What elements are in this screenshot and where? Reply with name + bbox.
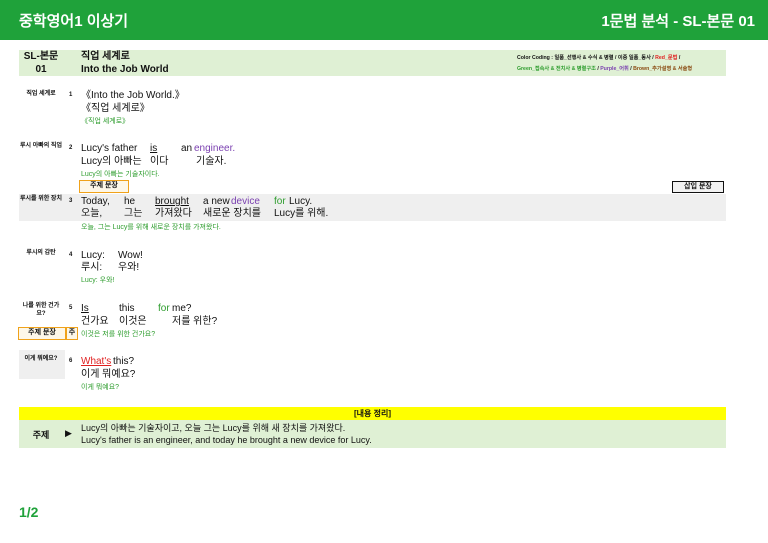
- row5-korean: 이것은: [119, 316, 147, 327]
- lesson-title-en: Into the Job World: [81, 64, 169, 75]
- header-right-title: 1문법 분석 - SL-본문 01: [601, 13, 755, 30]
- header-left-title: 중학영어1 이상기: [19, 13, 129, 30]
- row6-translation: 이게 뭐예요?: [81, 384, 120, 391]
- row6-korean: 이게 뭐예요?: [81, 369, 136, 380]
- row3-word: Lucy.: [289, 196, 313, 207]
- row3-word-vocab: device: [231, 196, 260, 207]
- header-bar: 중학영어1 이상기 1문법 분석 - SL-본문 01: [0, 0, 768, 40]
- row3-korean: 그는: [124, 208, 143, 219]
- row3-word: a new: [203, 196, 230, 207]
- row4-korean: 우와!: [118, 262, 140, 273]
- summary-banner: [내용 정리]: [19, 407, 726, 420]
- row4-word: Wow!: [118, 250, 143, 261]
- row1-label: 직업 세계로: [26, 91, 56, 97]
- row2-korean: 기술자.: [196, 156, 227, 167]
- insert-sentence-tag[interactable]: 삽입 문장: [672, 181, 724, 193]
- color-legend: Color Coding : 일품_선행사 & 수식 & 병렬 / 이중 일품_…: [517, 55, 693, 72]
- row3-korean: Lucy를 위해.: [274, 208, 329, 219]
- row5-word: this: [119, 303, 135, 314]
- row4-number: 4: [69, 252, 73, 258]
- lesson-title-ko: 직업 세계로: [81, 51, 130, 62]
- row3-korean: 새로운 장치를: [203, 208, 261, 219]
- row4-label: 루시의 감탄: [26, 250, 56, 256]
- row3-number: 3: [69, 198, 73, 204]
- summary-korean: Lucy의 아빠는 기술자이고, 오늘 그는 Lucy를 위해 새 장치를 가져…: [81, 423, 346, 433]
- row5-word: me?: [172, 303, 192, 314]
- row3-translation: 오늘, 그는 Lucy를 위해 새로운 장치를 가져왔다.: [81, 224, 221, 231]
- row5-number: 5: [69, 305, 73, 311]
- topic-sentence-tag[interactable]: 주제 문장: [18, 327, 66, 340]
- row5-word-prep: for: [158, 303, 170, 314]
- row1-translation: 《직업 세계로》: [81, 118, 130, 125]
- row5-word: Is: [81, 303, 89, 314]
- row2-word: an: [181, 143, 193, 154]
- row4-korean: 루시:: [81, 262, 103, 273]
- row2-korean: 이다: [150, 156, 169, 167]
- row3-word: brought: [155, 196, 189, 207]
- topic-short-tag[interactable]: 주: [66, 327, 78, 340]
- row2-label: 루시 아빠의 직업: [20, 143, 62, 149]
- row2-word: is: [150, 143, 158, 154]
- row3-word: he: [124, 196, 136, 207]
- summary-english: Lucy's father is an engineer, and today …: [81, 435, 372, 445]
- row5-label: 나를 위한 건가요?: [22, 303, 60, 317]
- page-number: 1/2: [19, 504, 39, 520]
- row6-number: 6: [69, 358, 73, 364]
- row5-korean: 건가요: [81, 316, 109, 327]
- row2-word: Lucy's father: [81, 143, 138, 154]
- row2-translation: Lucy의 아빠는 기술자이다.: [81, 171, 160, 178]
- row3-word-prep: for: [274, 196, 286, 207]
- row1-english: 《Into the Job World.》: [81, 90, 185, 101]
- row3-korean: 가져왔다: [155, 208, 192, 219]
- row6-word: this?: [113, 356, 135, 367]
- row5-korean: 저를 위한?: [172, 316, 218, 327]
- row2-number: 2: [69, 145, 73, 151]
- row6-label: 이게 뭐예요?: [24, 356, 58, 362]
- row3-korean: 오늘,: [81, 208, 103, 219]
- row3-word: Today,: [81, 196, 110, 207]
- row6-word-grammar: What's: [81, 356, 112, 367]
- lesson-title: 직업 세계로 Into the Job World: [81, 50, 169, 76]
- row4-word: Lucy:: [81, 250, 105, 261]
- lesson-code: SL-본문 01: [23, 51, 59, 75]
- row2-korean: Lucy의 아빠는: [81, 156, 142, 167]
- arrow-right-icon: ▶: [65, 428, 72, 438]
- row2-word-vocab: engineer.: [194, 143, 236, 154]
- row1-korean: 《직업 세계로》: [81, 103, 150, 114]
- topic-sentence-tag[interactable]: 주제 문장: [79, 180, 129, 193]
- row5-translation: 이것은 저를 위한 건가요?: [81, 331, 156, 338]
- summary-label: 주제: [32, 430, 50, 440]
- row4-translation: Lucy: 우와!: [81, 277, 115, 284]
- row1-number: 1: [69, 92, 73, 98]
- row3-label: 루시를 위한 장치: [20, 196, 62, 202]
